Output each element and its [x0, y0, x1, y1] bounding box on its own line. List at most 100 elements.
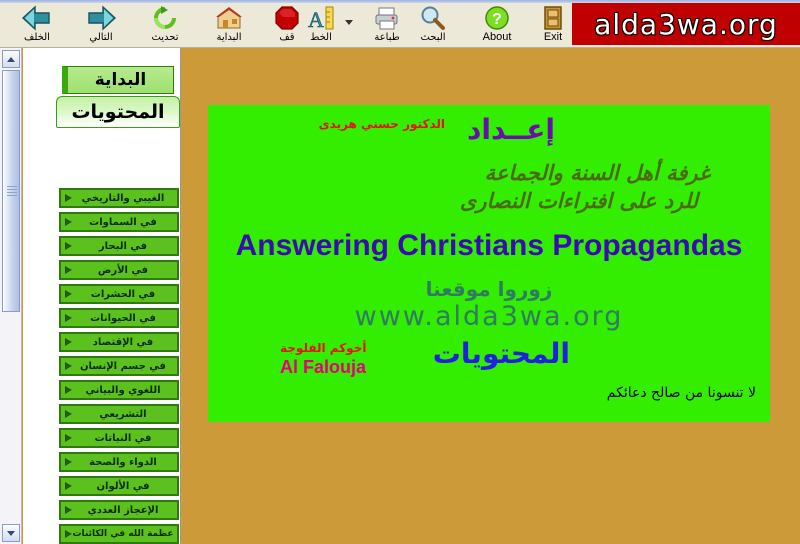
visit-us-text: زوروا موقعنا [425, 277, 553, 301]
scrollbar-grip-icon [7, 186, 17, 196]
chevron-up-icon [7, 56, 15, 62]
sidebar-item-label: التشريعي [99, 408, 147, 420]
triangle-right-icon [65, 386, 72, 394]
author-credit: الدكتور حسني هريدى [318, 117, 445, 131]
sidebar-menu: الغيبي والتاريخي في السماوات في البحار ف… [59, 188, 179, 544]
sidebar-item-4[interactable]: في الحشرات [59, 284, 179, 304]
triangle-right-icon [65, 266, 72, 274]
prepared-by-heading: إعــداد [466, 113, 555, 146]
scrollbar-down-button[interactable] [2, 524, 20, 542]
toolbar-label-home: البداية [216, 32, 242, 43]
sidebar-item-0[interactable]: الغيبي والتاريخي [59, 188, 179, 208]
sidebar-item-label: الغيبي والتاريخي [81, 192, 165, 204]
content-area: الدكتور حسني هريدى إعــداد غرفة أهل السن… [182, 48, 800, 544]
sidebar-item-label: في جسم الإنسان [80, 360, 166, 372]
search-icon [419, 3, 447, 32]
sidebar-item-label: في الحشرات [90, 288, 156, 300]
triangle-right-icon [65, 410, 72, 418]
website-url[interactable]: www.alda3wa.org [355, 301, 624, 332]
toolbar-label-exit: Exit [543, 31, 563, 43]
triangle-right-icon [65, 482, 72, 490]
refresh-icon [151, 3, 179, 32]
triangle-right-icon [65, 530, 72, 538]
sidebar-item-label: عظمة الله في الكائنات [72, 529, 174, 539]
sidebar-item-3[interactable]: في الأرض [59, 260, 179, 280]
svg-text:A: A [308, 7, 324, 31]
chevron-down-icon [7, 530, 15, 536]
toolbar-label-print: طباعة [374, 32, 400, 43]
toolbar-button-back[interactable]: الخلف [6, 3, 68, 47]
sidebar-contents-button[interactable]: المحتويات [56, 96, 180, 128]
sidebar-item-label: في الإقتصاد [92, 336, 154, 348]
scrollbar-thumb[interactable] [2, 70, 20, 312]
triangle-right-icon [65, 458, 72, 466]
toolbar-label-search: البحث [420, 32, 446, 43]
triangle-right-icon [65, 194, 72, 202]
sidebar-item-label: في البحار [98, 240, 148, 252]
sidebar-item-2[interactable]: في البحار [59, 236, 179, 256]
toolbar-button-about[interactable]: ? About [466, 3, 528, 47]
contributor-arabic: أخوكم الفلوجة [280, 341, 367, 355]
sidebar-item-14[interactable]: عظمة الله في الكائنات [59, 524, 179, 544]
home-icon [214, 3, 244, 32]
triangle-right-icon [65, 362, 72, 370]
contents-heading[interactable]: المحتويات [433, 337, 570, 370]
sidebar-item-label: في الألوان [96, 480, 150, 492]
triangle-right-icon [65, 314, 72, 322]
sidebar-contents-label: المحتويات [71, 101, 165, 123]
sidebar-item-10[interactable]: في النباتات [59, 428, 179, 448]
sidebar-item-1[interactable]: في السماوات [59, 212, 179, 232]
triangle-right-icon [65, 506, 72, 514]
toolbar-label-forward: التالي [89, 32, 113, 43]
back-arrow-icon [21, 3, 53, 32]
sidebar-item-label: في السماوات [89, 216, 157, 228]
sidebar-item-7[interactable]: في جسم الإنسان [59, 356, 179, 376]
sidebar-item-label: في النباتات [94, 432, 152, 444]
sidebar-item-label: الدواء والصحة [89, 456, 157, 468]
toolbar-button-forward[interactable]: التالي [70, 3, 132, 47]
toolbar: الخلف التالي تحديث البداية قف A الخط طبا… [0, 0, 800, 48]
font-size-icon: A [307, 3, 335, 32]
door-exit-icon [541, 3, 565, 32]
toolbar-button-home[interactable]: البداية [198, 3, 260, 47]
triangle-right-icon [65, 218, 72, 226]
toolbar-label-back: الخلف [24, 32, 50, 43]
scrollbar-up-button[interactable] [2, 50, 20, 68]
triangle-right-icon [65, 242, 72, 250]
triangle-right-icon [65, 434, 72, 442]
brand-banner[interactable]: alda3wa.org [572, 3, 800, 45]
sidebar-item-9[interactable]: التشريعي [59, 404, 179, 424]
sidebar-scrollbar[interactable] [0, 48, 22, 544]
triangle-right-icon [65, 338, 72, 346]
forward-arrow-icon [85, 3, 117, 32]
toolbar-label-refresh: تحديث [151, 32, 179, 43]
sidebar-item-label: في الحيوانات [90, 312, 156, 324]
toolbar-button-refresh[interactable]: تحديث [134, 3, 196, 47]
sidebar: البداية المحتويات الغيبي والتاريخي في ال… [23, 48, 181, 544]
contributor-english: Al Falouja [280, 357, 367, 377]
sidebar-item-label: اللغوي والبياني [85, 384, 161, 396]
sidebar-item-label: الإعجاز العددي [87, 504, 159, 516]
sidebar-item-11[interactable]: الدواء والصحة [59, 452, 179, 472]
toolbar-label-about: About [482, 31, 512, 43]
room-title-line1: غرفة أهل السنة والجماعة [484, 161, 710, 185]
toolbar-button-font[interactable]: A الخط [290, 3, 352, 47]
sidebar-item-12[interactable]: في الألوان [59, 476, 179, 496]
toolbar-label-font: الخط [310, 32, 332, 43]
triangle-right-icon [65, 290, 72, 298]
toolbar-button-search[interactable]: البحث [402, 3, 464, 47]
printer-icon [372, 3, 402, 32]
sidebar-item-6[interactable]: في الإقتصاد [59, 332, 179, 352]
brand-text: alda3wa.org [594, 7, 778, 41]
english-title: Answering Christians Propagandas [235, 229, 743, 262]
help-question-icon: ? [484, 3, 510, 32]
dua-text: لا تنسونا من صالح دعائكم [606, 385, 756, 401]
sidebar-item-13[interactable]: الإعجاز العددي [59, 500, 179, 520]
sidebar-item-8[interactable]: اللغوي والبياني [59, 380, 179, 400]
chevron-down-icon[interactable] [345, 20, 353, 25]
sidebar-home-label: البداية [94, 70, 147, 90]
sidebar-home-button[interactable]: البداية [62, 66, 174, 94]
room-title-line2: للرد على افتراءات النصارى [459, 189, 698, 213]
sidebar-item-5[interactable]: في الحيوانات [59, 308, 179, 328]
svg-text:?: ? [492, 11, 502, 28]
